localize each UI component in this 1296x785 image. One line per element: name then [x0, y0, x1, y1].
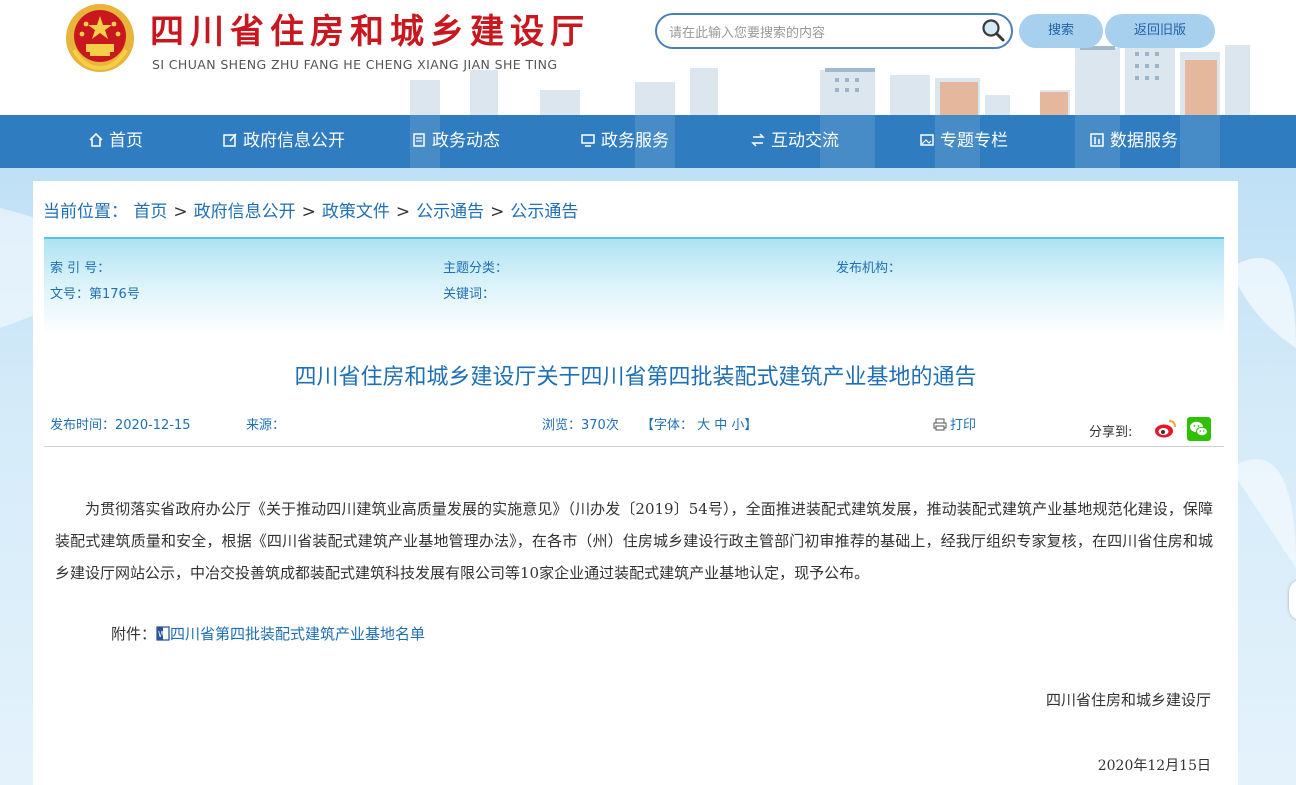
- document-icon: [413, 132, 425, 147]
- nav-label: 政府信息公开: [243, 131, 345, 151]
- edit-icon: [223, 133, 237, 147]
- main-nav: 首页 政府信息公开 政务动态 政务服务 互动交流 专题专栏 数据服务: [0, 115, 1296, 168]
- share-label: 分享到:: [1089, 425, 1133, 440]
- site-title: 四川省住房和城乡建设厅: [150, 12, 590, 52]
- word-document-icon: W: [156, 625, 170, 641]
- breadcrumb-label: 当前位置：: [43, 202, 128, 222]
- image-icon: [920, 133, 934, 146]
- meta-index-no: 索 引 号：: [50, 261, 111, 276]
- nav-gov-service[interactable]: 政务服务: [580, 115, 669, 168]
- document-date: 2020年12月15日: [1097, 758, 1211, 774]
- data-icon: [1090, 132, 1104, 147]
- view-count: 浏览：370次: [542, 418, 619, 433]
- meta-doc-no: 文号：第176号: [50, 287, 140, 302]
- search-button[interactable]: 搜索: [1019, 14, 1103, 48]
- exchange-icon: [751, 132, 765, 147]
- print-button[interactable]: 打印: [933, 414, 976, 433]
- national-emblem-icon: [66, 4, 134, 72]
- print-label: 打印: [950, 418, 977, 433]
- site-subtitle: SI CHUAN SHENG ZHU FANG HE CHENG XIANG J…: [152, 57, 558, 72]
- breadcrumb-separator: >: [173, 202, 188, 222]
- font-size-control[interactable]: 【字体： 大 中 小】: [641, 414, 757, 433]
- article-title: 四川省住房和城乡建设厅关于四川省第四批装配式建筑产业基地的通告: [294, 365, 977, 390]
- breadcrumb-separator: >: [490, 202, 505, 222]
- attachment: 附件： W 四川省第四批装配式建筑产业基地名单: [111, 623, 425, 644]
- printer-icon: [933, 418, 947, 430]
- weibo-icon[interactable]: [1153, 417, 1177, 441]
- side-floating-tab[interactable]: [1289, 580, 1296, 620]
- nav-gov-news[interactable]: 政务动态: [411, 115, 500, 168]
- site-header: 四川省住房和城乡建设厅 SI CHUAN SHENG ZHU FANG HE C…: [0, 0, 1296, 115]
- search-input[interactable]: [667, 21, 971, 45]
- publish-time: 发布时间：2020-12-15: [50, 418, 191, 433]
- meta-keywords: 关键词：: [443, 287, 496, 302]
- wechat-icon[interactable]: [1187, 417, 1211, 441]
- attachment-link[interactable]: 四川省第四批装配式建筑产业基地名单: [170, 625, 425, 643]
- nav-interaction[interactable]: 互动交流: [750, 115, 839, 168]
- nav-special-topics[interactable]: 专题专栏: [919, 115, 1008, 168]
- nav-home[interactable]: 首页: [88, 115, 143, 168]
- home-icon: [89, 132, 103, 147]
- article-body: 为贯彻落实省政府办公厅《关于推动四川建筑业高质量发展的实施意见》（川办发〔201…: [55, 500, 1213, 582]
- nav-label: 政务动态: [432, 131, 500, 151]
- nav-data-service[interactable]: 数据服务: [1089, 115, 1178, 168]
- breadcrumb-item-current[interactable]: 公示通告: [510, 197, 578, 222]
- breadcrumb-item-policy[interactable]: 政策文件: [322, 197, 390, 222]
- breadcrumb-separator: >: [395, 202, 411, 222]
- search-box: [655, 13, 1013, 49]
- nav-label: 首页: [109, 131, 143, 151]
- divider: [44, 446, 1224, 447]
- breadcrumb-item-home[interactable]: 首页: [133, 197, 167, 222]
- breadcrumb-separator: >: [301, 202, 316, 222]
- old-version-button[interactable]: 返回旧版: [1105, 14, 1215, 48]
- monitor-icon: [581, 133, 595, 147]
- nav-label: 数据服务: [1110, 131, 1178, 151]
- nav-gov-info[interactable]: 政府信息公开: [222, 115, 345, 168]
- attachment-label: 附件：: [111, 625, 157, 643]
- source: 来源：: [246, 418, 286, 433]
- nav-label: 政务服务: [601, 131, 669, 151]
- nav-label: 互动交流: [771, 131, 839, 151]
- nav-label: 专题专栏: [940, 131, 1008, 151]
- breadcrumb-item-gov-info[interactable]: 政府信息公开: [194, 197, 296, 222]
- document-meta: 索 引 号： 主题分类： 发布机构： 文号：第176号 关键词：: [44, 237, 1224, 334]
- svg-text:W: W: [158, 630, 166, 639]
- signature: 四川省住房和城乡建设厅: [1045, 691, 1211, 709]
- search-icon[interactable]: [979, 17, 1007, 45]
- breadcrumb-item-notice[interactable]: 公示通告: [416, 197, 484, 222]
- content-panel: 当前位置： 首页 > 政府信息公开 > 政策文件 > 公示通告 > 公示通告 索 引 号： 主题…: [33, 181, 1238, 785]
- meta-topic: 主题分类：: [443, 261, 509, 276]
- breadcrumb: 当前位置： 首页 > 政府信息公开 > 政策文件 > 公示通告 > 公示通告: [43, 197, 578, 222]
- meta-publisher: 发布机构：: [836, 261, 902, 276]
